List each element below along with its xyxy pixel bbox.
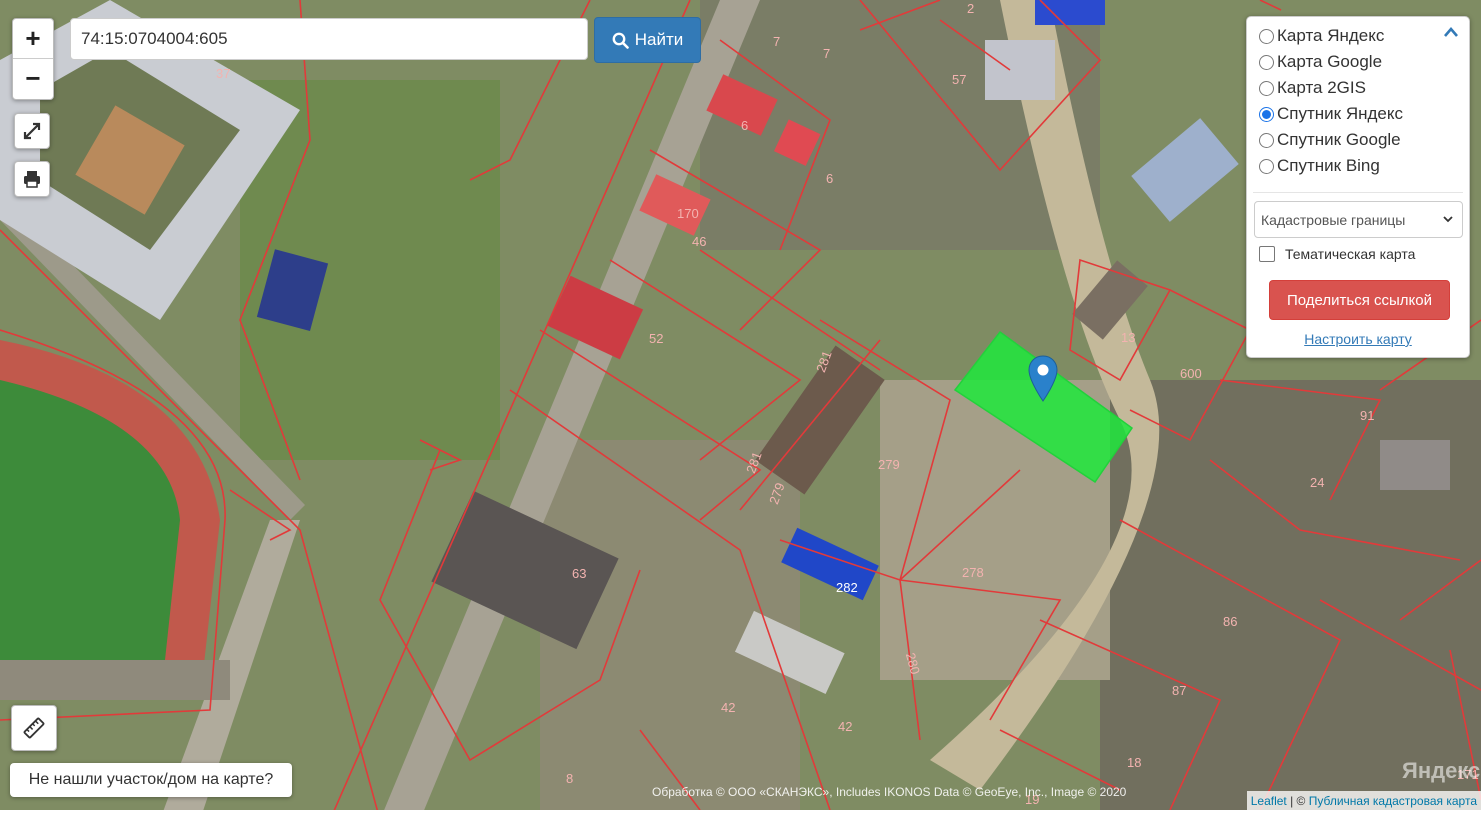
parcel-label: 57 <box>952 72 967 87</box>
zoom-control: + − <box>12 18 54 100</box>
parcel-label: 46 <box>692 234 707 249</box>
parcel-label: 600 <box>1180 366 1202 381</box>
attribution-separator: | © <box>1286 793 1309 808</box>
chevron-up-icon <box>1444 27 1458 37</box>
parcel-label: 91 <box>1360 408 1375 423</box>
search-button[interactable]: Найти <box>594 17 701 63</box>
cadastre-link[interactable]: Публичная кадастровая карта <box>1309 794 1477 808</box>
thematic-map-checkbox[interactable] <box>1259 246 1275 262</box>
search-input[interactable] <box>70 18 588 60</box>
parcel-label: 281 <box>743 449 765 476</box>
collapse-button[interactable] <box>1443 25 1459 43</box>
parcel-label: 282 <box>836 580 858 595</box>
ruler-icon <box>23 717 45 739</box>
share-link-button[interactable]: Поделиться ссылкой <box>1269 280 1450 320</box>
layer-option-2gis-map[interactable]: Карта 2GIS <box>1259 77 1366 99</box>
layer-option-label: Карта Яндекс <box>1277 26 1385 45</box>
parcel-label: 170 <box>677 206 699 221</box>
zoom-out-button[interactable]: − <box>13 58 53 98</box>
thematic-map-label: Тематическая карта <box>1285 246 1416 262</box>
radio-button[interactable] <box>1259 132 1274 148</box>
zoom-in-button[interactable]: + <box>13 19 53 58</box>
measure-button[interactable] <box>11 705 57 751</box>
fullscreen-button[interactable] <box>14 113 50 149</box>
layer-panel: Карта Яндекс Карта Google Карта 2GIS Спу… <box>1246 16 1470 358</box>
parcel-label: 7 <box>823 46 831 61</box>
parcel-label: 86 <box>1223 614 1238 629</box>
parcel-label: 87 <box>1172 683 1187 698</box>
parcel-label: 18 <box>1127 755 1142 770</box>
watermark: Яндекс <box>1402 758 1481 783</box>
parcel-label: 279 <box>878 457 900 472</box>
parcel-label: 42 <box>838 719 853 734</box>
layer-option-label: Карта 2GIS <box>1277 78 1366 97</box>
radio-button[interactable] <box>1259 28 1274 44</box>
parcel-label: 52 <box>649 331 664 346</box>
parcel-label: 281 <box>813 348 835 375</box>
parcel-label: 278 <box>962 565 984 580</box>
parcel-label: 13 <box>1121 330 1136 345</box>
parcel-label: 24 <box>1310 475 1325 490</box>
location-marker-icon[interactable] <box>1027 355 1059 403</box>
print-button[interactable] <box>14 161 50 197</box>
parcel-label: 37 <box>216 66 231 81</box>
overlay-select-value: Кадастровые границы <box>1261 211 1406 228</box>
overlay-select[interactable]: Кадастровые границы <box>1254 201 1463 238</box>
layer-option-label: Спутник Bing <box>1277 156 1380 175</box>
layer-option-google-satellite[interactable]: Спутник Google <box>1259 129 1401 151</box>
parcel-label: 63 <box>572 566 587 581</box>
leaflet-link[interactable]: Leaflet <box>1251 794 1287 808</box>
radio-button-selected[interactable] <box>1259 106 1274 122</box>
parcel-label: 7 <box>773 34 781 49</box>
layer-option-yandex-satellite[interactable]: Спутник Яндекс <box>1259 103 1403 125</box>
parcel-label: 8 <box>566 771 574 786</box>
not-found-button[interactable]: Не нашли участок/дом на карте? <box>10 763 292 797</box>
fullscreen-icon <box>23 122 41 140</box>
layer-option-bing-satellite[interactable]: Спутник Bing <box>1259 155 1380 177</box>
chevron-down-icon <box>1443 216 1453 223</box>
attribution-bar: Leaflet | © Публичная кадастровая карта <box>1246 791 1481 810</box>
layer-option-label: Спутник Google <box>1277 130 1401 149</box>
radio-button[interactable] <box>1259 54 1274 70</box>
parcel-label: 42 <box>721 700 736 715</box>
layer-option-google-map[interactable]: Карта Google <box>1259 51 1382 73</box>
parcel-label: 279 <box>766 480 788 507</box>
search-icon <box>612 32 629 49</box>
imagery-credit: Обработка © ООО «СКАНЭКС», Includes IKON… <box>652 785 1127 799</box>
thematic-map-toggle[interactable]: Тематическая карта <box>1259 246 1415 262</box>
layer-option-label: Карта Google <box>1277 52 1383 71</box>
parcel-label: 6 <box>826 171 834 186</box>
radio-button[interactable] <box>1259 80 1274 96</box>
parcel-label: 2 <box>967 1 975 16</box>
search-button-label: Найти <box>634 30 684 49</box>
parcel-label: 6 <box>741 118 749 133</box>
divider <box>1253 192 1463 193</box>
radio-button[interactable] <box>1259 158 1274 174</box>
configure-map-link[interactable]: Настроить карту <box>1247 331 1469 347</box>
layer-option-yandex-map[interactable]: Карта Яндекс <box>1259 25 1384 47</box>
layer-option-label: Спутник Яндекс <box>1277 104 1403 123</box>
parcel-label: 280 <box>902 651 923 676</box>
printer-icon <box>24 171 40 188</box>
